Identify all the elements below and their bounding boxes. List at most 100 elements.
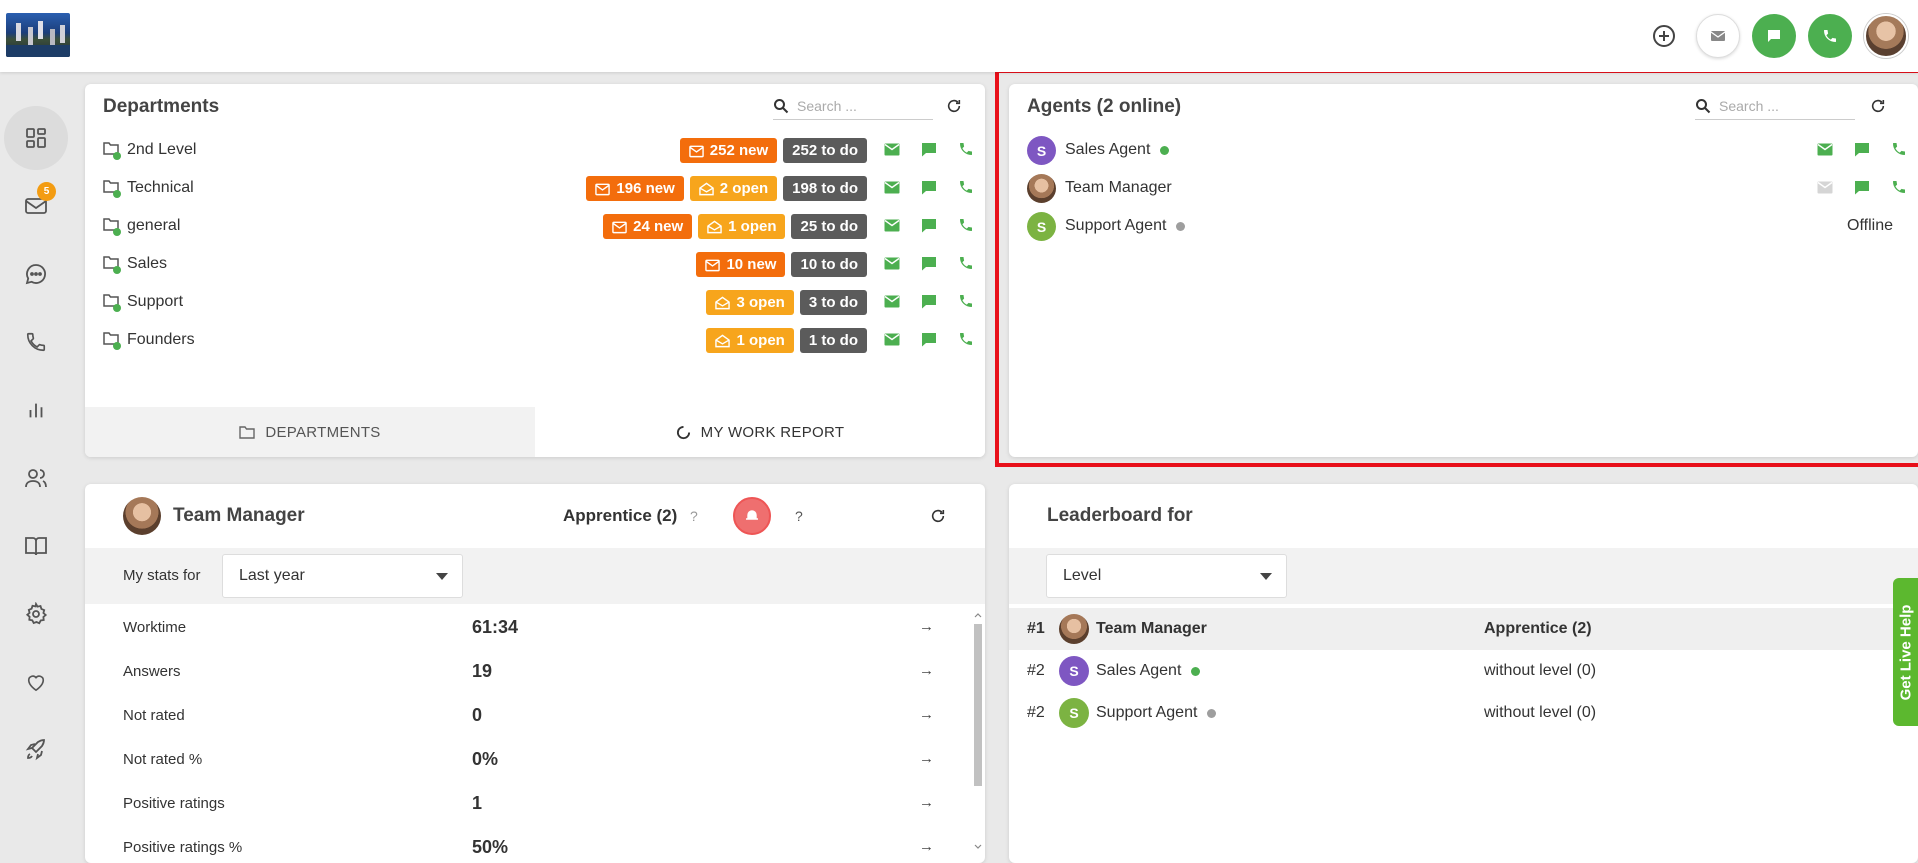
- add-icon[interactable]: [1644, 16, 1684, 56]
- stat-label: Positive ratings: [123, 795, 225, 812]
- sidebar-item-knowledgebase[interactable]: [4, 514, 68, 578]
- chat-icon[interactable]: [920, 330, 938, 348]
- phone-icon[interactable]: [1890, 178, 1908, 196]
- badge-help-icon[interactable]: ?: [795, 508, 803, 524]
- stat-row[interactable]: Not rated 0 →: [85, 694, 965, 738]
- sidebar-item-favorites[interactable]: [4, 650, 68, 714]
- department-row[interactable]: 2nd Level 252 new 252 to do: [85, 132, 985, 169]
- mail-icon[interactable]: [883, 292, 901, 310]
- phone-icon[interactable]: [957, 292, 975, 310]
- arrow-right-icon[interactable]: →: [919, 794, 934, 811]
- level-help-icon[interactable]: ?: [690, 508, 698, 524]
- tab-departments[interactable]: DEPARTMENTS: [85, 407, 535, 457]
- stats-scrollbar[interactable]: [973, 612, 983, 850]
- departments-search[interactable]: Search ...: [773, 92, 933, 120]
- team-manager-refresh-icon[interactable]: [928, 506, 948, 526]
- phone-icon[interactable]: [957, 254, 975, 272]
- stats-period-select[interactable]: Last year: [222, 554, 463, 598]
- agent-row[interactable]: S Sales Agent: [1009, 132, 1918, 169]
- todo-count-badge[interactable]: 1 to do: [799, 328, 867, 353]
- mail-icon[interactable]: [883, 178, 901, 196]
- sidebar-item-reports[interactable]: [4, 378, 68, 442]
- chat-icon[interactable]: [920, 178, 938, 196]
- chat-icon[interactable]: [1853, 140, 1871, 158]
- arrow-right-icon[interactable]: →: [919, 662, 934, 679]
- mail-icon[interactable]: [883, 140, 901, 158]
- agents-search-placeholder: Search ...: [1719, 97, 1779, 114]
- sidebar-item-dashboard[interactable]: [4, 106, 68, 170]
- team-manager-panel: Team Manager Apprentice (2) ? ? My stats…: [85, 484, 985, 863]
- phone-icon[interactable]: [1890, 140, 1908, 158]
- department-row[interactable]: general 24 new 1 open 25 to do: [85, 208, 985, 245]
- stat-row[interactable]: Worktime 61:34 →: [85, 606, 965, 650]
- sidebar-item-settings[interactable]: [4, 582, 68, 646]
- open-count-badge[interactable]: 2 open: [689, 176, 778, 201]
- agent-row[interactable]: S Support Agent Offline: [1009, 208, 1918, 245]
- leaderboard-filter-select[interactable]: Level: [1046, 554, 1287, 598]
- department-row[interactable]: Support 3 open 3 to do: [85, 284, 985, 321]
- new-count-badge[interactable]: 252 new: [679, 138, 778, 163]
- stat-row[interactable]: Positive ratings 1 →: [85, 782, 965, 826]
- todo-count-badge[interactable]: 10 to do: [791, 252, 867, 277]
- arrow-right-icon[interactable]: →: [919, 618, 934, 635]
- open-count-badge[interactable]: 1 open: [706, 328, 794, 353]
- scroll-thumb[interactable]: [974, 624, 982, 786]
- chat-icon[interactable]: [920, 140, 938, 158]
- leaderboard-row[interactable]: #2 S Sales Agent without level (0): [1009, 650, 1918, 692]
- todo-count-badge[interactable]: 3 to do: [799, 290, 867, 315]
- phone-icon[interactable]: [957, 140, 975, 158]
- leaderboard-row[interactable]: #2 S Support Agent without level (0): [1009, 692, 1918, 734]
- new-count-badge[interactable]: 196 new: [586, 176, 684, 201]
- department-badges: 252 new 252 to do: [679, 138, 867, 163]
- todo-count-badge[interactable]: 198 to do: [783, 176, 867, 201]
- open-count-badge[interactable]: 3 open: [706, 290, 794, 315]
- agent-row[interactable]: Team Manager: [1009, 170, 1918, 207]
- mail-icon[interactable]: [883, 216, 901, 234]
- get-live-help-label: Get Live Help: [1897, 604, 1915, 700]
- sidebar-item-contacts[interactable]: [4, 446, 68, 510]
- phone-icon[interactable]: [957, 216, 975, 234]
- phone-icon[interactable]: [957, 178, 975, 196]
- user-avatar[interactable]: [1864, 14, 1908, 58]
- stat-row[interactable]: Answers 19 →: [85, 650, 965, 694]
- mail-icon[interactable]: [1816, 178, 1834, 196]
- mail-icon[interactable]: [883, 330, 901, 348]
- new-call-button[interactable]: [1808, 14, 1852, 58]
- mail-icon[interactable]: [883, 254, 901, 272]
- new-count-badge[interactable]: 24 new: [603, 214, 693, 239]
- department-row[interactable]: Founders 1 open 1 to do: [85, 322, 985, 359]
- leaderboard-row[interactable]: #1 Team Manager Apprentice (2): [1009, 608, 1918, 650]
- chat-icon[interactable]: [920, 216, 938, 234]
- agents-search[interactable]: Search ...: [1695, 92, 1855, 120]
- arrow-right-icon[interactable]: →: [919, 838, 934, 855]
- arrow-right-icon[interactable]: →: [919, 706, 934, 723]
- stat-value: 0: [472, 705, 483, 725]
- agents-refresh-icon[interactable]: [1868, 96, 1888, 116]
- get-live-help-button[interactable]: Get Live Help: [1893, 578, 1918, 726]
- arrow-right-icon[interactable]: →: [919, 750, 934, 767]
- open-count-badge[interactable]: 1 open: [698, 214, 786, 239]
- chat-icon[interactable]: [920, 292, 938, 310]
- sidebar-item-mail[interactable]: 5: [4, 174, 68, 238]
- department-row[interactable]: Sales 10 new 10 to do: [85, 246, 985, 283]
- new-count-badge[interactable]: 10 new: [696, 252, 786, 277]
- todo-count-badge[interactable]: 25 to do: [791, 214, 867, 239]
- stat-row[interactable]: Positive ratings % 50% →: [85, 826, 965, 863]
- stat-value: 1: [472, 793, 483, 813]
- departments-refresh-icon[interactable]: [944, 96, 964, 116]
- sidebar-item-chat[interactable]: [4, 242, 68, 306]
- new-mail-button[interactable]: [1696, 14, 1740, 58]
- todo-count-badge[interactable]: 252 to do: [783, 138, 867, 163]
- chat-icon[interactable]: [920, 254, 938, 272]
- agent-avatar: [1027, 174, 1056, 203]
- tab-my-work-report[interactable]: MY WORK REPORT: [535, 407, 985, 457]
- mail-icon[interactable]: [1816, 140, 1834, 158]
- sidebar-item-calls[interactable]: [4, 310, 68, 374]
- company-logo[interactable]: [6, 13, 70, 57]
- new-chat-button[interactable]: [1752, 14, 1796, 58]
- phone-icon[interactable]: [957, 330, 975, 348]
- stat-row[interactable]: Not rated % 0% →: [85, 738, 965, 782]
- chat-icon[interactable]: [1853, 178, 1871, 196]
- sidebar-item-getting-started[interactable]: [4, 718, 68, 782]
- department-row[interactable]: Technical 196 new 2 open 198 to do: [85, 170, 985, 207]
